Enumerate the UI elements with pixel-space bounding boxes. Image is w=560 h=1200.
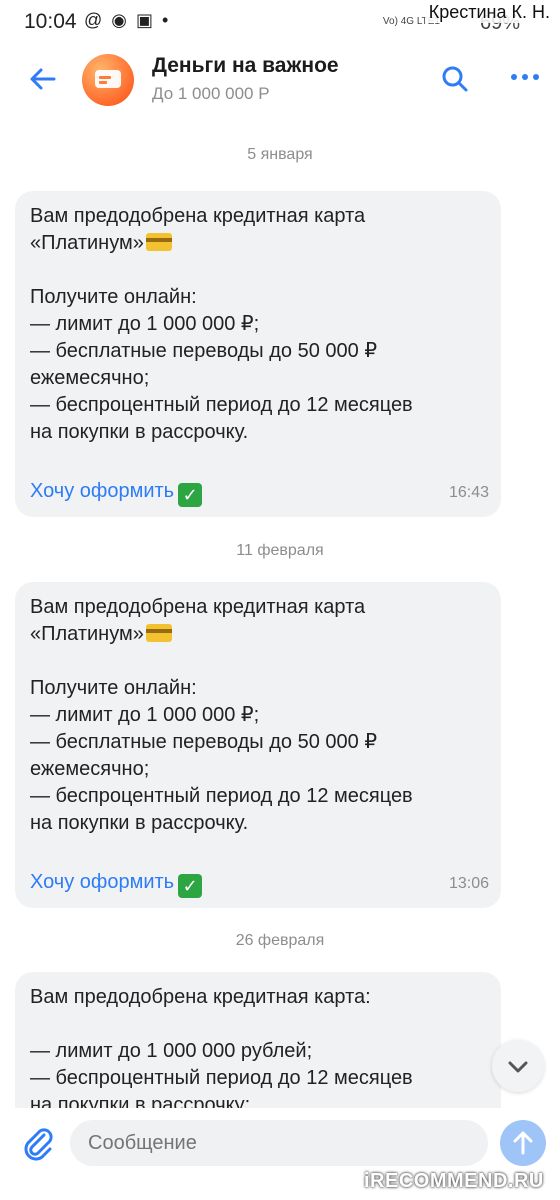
message-body: Получите онлайн: — лимит до 1 000 000 ₽;… xyxy=(30,286,413,443)
message-line: «Платинум» xyxy=(30,232,144,254)
send-button[interactable] xyxy=(500,1120,546,1166)
paperclip-icon[interactable] xyxy=(20,1125,56,1161)
message-body: Получите онлайн: — лимит до 1 000 000 ₽;… xyxy=(30,677,413,834)
link-label: Хочу оформить xyxy=(30,480,175,502)
message-list[interactable]: 5 января Вам предодобрена кредитная карт… xyxy=(0,120,560,1108)
message-bubble[interactable]: Вам предодобрена кредитная карта «Платин… xyxy=(15,191,501,517)
chat-header: Деньги на важное До 1 000 000 Р xyxy=(0,44,560,120)
message-line: Вам предодобрена кредитная карта xyxy=(30,205,366,227)
message-time: 16:43 xyxy=(448,484,489,501)
site-watermark: iRECOMMEND.RU xyxy=(364,1170,544,1192)
more-dots-icon[interactable] xyxy=(510,72,540,82)
chat-title[interactable]: Деньги на важное xyxy=(152,54,339,78)
credit-card-emoji-icon xyxy=(145,624,172,642)
chevron-down-icon xyxy=(508,1061,528,1073)
card-icon xyxy=(95,70,121,88)
scroll-down-button[interactable] xyxy=(492,1040,544,1092)
date-separator: 26 февраля xyxy=(235,932,325,949)
arrow-up-icon xyxy=(513,1131,533,1155)
message-text: Вам предодобрена кредитная карта «Платин… xyxy=(30,594,489,837)
link-label: Хочу оформить xyxy=(30,871,175,893)
user-watermark: Крестина К. Н. xyxy=(424,2,554,23)
message-line: «Платинум» xyxy=(30,623,144,645)
message-line: Вам предодобрена кредитная карта xyxy=(30,596,366,618)
apply-link[interactable]: Хочу оформить ✓ xyxy=(30,871,203,898)
date-separator: 5 января xyxy=(247,146,313,163)
message-text: Вам предодобрена кредитная карта: — лими… xyxy=(30,986,413,1108)
check-emoji-icon: ✓ xyxy=(178,874,203,898)
chat-avatar[interactable] xyxy=(82,54,134,106)
arrow-left-icon[interactable] xyxy=(26,62,60,96)
credit-card-emoji-icon xyxy=(145,233,172,251)
message-time: 13:06 xyxy=(448,875,489,892)
date-separator: 11 февраля xyxy=(236,542,324,559)
chat-subtitle: До 1 000 000 Р xyxy=(152,84,270,103)
message-text: Вам предодобрена кредитная карта «Платин… xyxy=(30,203,489,446)
status-icons: @ ◉ ▣ • xyxy=(84,10,171,30)
check-emoji-icon: ✓ xyxy=(178,483,203,507)
apply-link[interactable]: Хочу оформить ✓ xyxy=(30,480,203,507)
message-bubble[interactable]: Вам предодобрена кредитная карта: — лими… xyxy=(15,972,501,1108)
search-icon[interactable] xyxy=(440,64,470,94)
status-time: 10:04 xyxy=(24,10,77,33)
message-input[interactable] xyxy=(70,1120,488,1166)
message-bubble[interactable]: Вам предодобрена кредитная карта «Платин… xyxy=(15,582,501,908)
